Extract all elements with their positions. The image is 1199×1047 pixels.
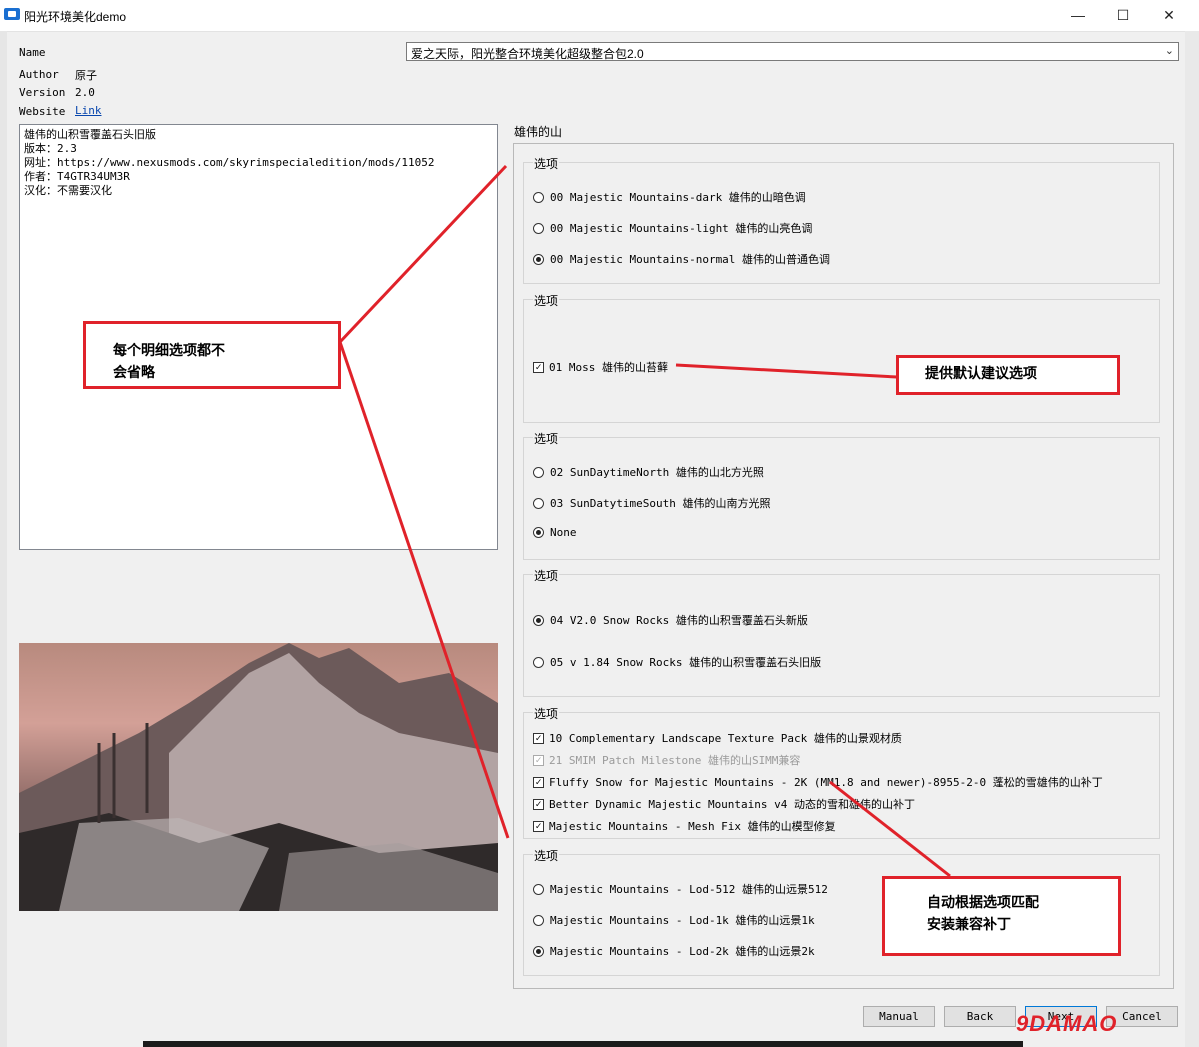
annotation-line xyxy=(338,164,508,344)
annotation-callout: 每个明细选项都不 会省略 xyxy=(83,321,341,389)
annotation-line xyxy=(829,780,951,878)
annotation-callout: 提供默认建议选项 xyxy=(896,355,1120,395)
annotation-callout: 自动根据选项匹配 安装兼容补丁 xyxy=(882,876,1121,956)
annotation-line xyxy=(338,341,510,839)
annotation-line xyxy=(675,363,898,379)
watermark-logo: 9DAMAO xyxy=(1016,1011,1118,1036)
